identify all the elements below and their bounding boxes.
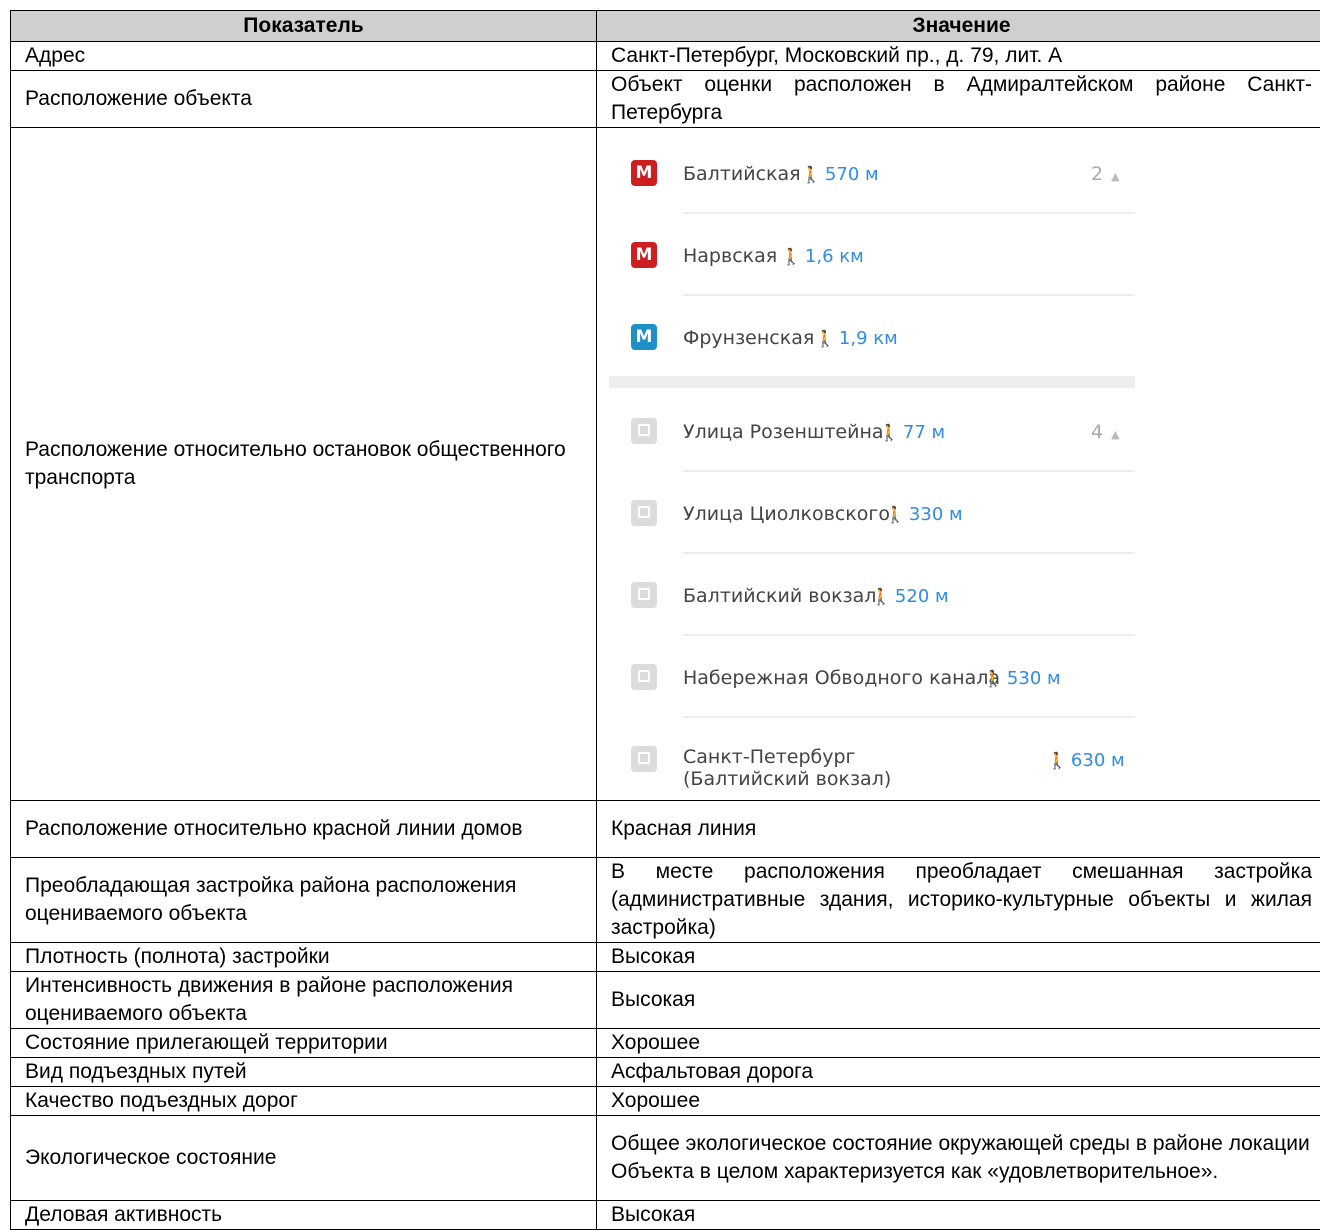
row-label: Расположение объекта bbox=[11, 71, 597, 128]
row-value: Красная линия bbox=[597, 801, 1320, 858]
header-indicator: Показатель bbox=[11, 11, 597, 42]
divider bbox=[683, 716, 1135, 718]
walking-person-icon: 🚶 bbox=[1047, 751, 1067, 770]
bus-stop-item: Улица Циолковского 🚶330 м bbox=[611, 478, 1135, 548]
bus-stop-icon bbox=[631, 500, 657, 526]
stop-distance: 🚶330 м bbox=[885, 501, 963, 529]
row-label: Расположение относительно красной линии … bbox=[11, 801, 597, 858]
stop-name: Набережная Обводного канала bbox=[683, 664, 1000, 692]
more-count[interactable]: 2▲ bbox=[1091, 160, 1120, 191]
stop-distance: 🚶520 м bbox=[871, 583, 949, 611]
section-divider bbox=[609, 376, 1135, 388]
row-label: Состояние прилегающей территории bbox=[11, 1029, 597, 1058]
table-row: Адрес Санкт-Петербург, Московский пр., д… bbox=[11, 42, 1320, 71]
stop-name: Балтийский вокзал bbox=[683, 582, 876, 610]
metro-icon: М bbox=[631, 160, 657, 186]
walking-person-icon: 🚶 bbox=[781, 247, 801, 266]
divider bbox=[683, 470, 1135, 472]
row-value: Хорошее bbox=[597, 1087, 1320, 1116]
triangle-up-icon: ▲ bbox=[1111, 428, 1119, 441]
more-count[interactable]: 4▲ bbox=[1091, 418, 1120, 449]
stop-distance: 🚶77 м bbox=[879, 419, 945, 447]
row-value: Высокая bbox=[597, 1201, 1320, 1230]
walking-person-icon: 🚶 bbox=[815, 329, 835, 348]
metro-station-item: М Балтийская 🚶570 м 2▲ bbox=[611, 138, 1135, 208]
table-row: Преобладающая застройка района расположе… bbox=[11, 858, 1320, 943]
stop-distance: 🚶530 м bbox=[983, 665, 1061, 693]
table-row: Расположение относительно остановок обще… bbox=[11, 128, 1320, 801]
walking-person-icon: 🚶 bbox=[871, 587, 891, 606]
triangle-up-icon: ▲ bbox=[1111, 170, 1119, 183]
row-label: Плотность (полнота) застройки bbox=[11, 943, 597, 972]
table-row: Состояние прилегающей территории Хорошее bbox=[11, 1029, 1320, 1058]
table-header-row: Показатель Значение bbox=[11, 11, 1320, 42]
bus-stop-icon bbox=[631, 582, 657, 608]
divider bbox=[683, 634, 1135, 636]
row-value: Высокая bbox=[597, 972, 1320, 1029]
row-value: В месте расположения преобладает смешанн… bbox=[597, 858, 1320, 943]
metro-station-item: М Фрунзенская 🚶1,9 км bbox=[611, 302, 1135, 372]
stop-distance: 🚶630 м bbox=[1047, 747, 1125, 775]
row-value: Асфальтовая дорога bbox=[597, 1058, 1320, 1087]
station-distance: 🚶1,6 км bbox=[781, 243, 864, 271]
divider bbox=[683, 294, 1135, 296]
bus-stop-item: Набережная Обводного канала 🚶530 м bbox=[611, 642, 1135, 712]
station-name: Нарвская bbox=[683, 242, 777, 270]
row-value: Хорошее bbox=[597, 1029, 1320, 1058]
row-value: Санкт-Петербург, Московский пр., д. 79, … bbox=[597, 42, 1320, 71]
station-distance: 🚶1,9 км bbox=[815, 325, 898, 353]
bus-stop-icon bbox=[631, 664, 657, 690]
row-label: Деловая активность bbox=[11, 1201, 597, 1230]
stop-name: Улица Циолковского bbox=[683, 500, 890, 528]
property-location-table: Показатель Значение Адрес Санкт-Петербур… bbox=[10, 10, 1320, 1230]
row-value: Объект оценки расположен в Адмиралтейско… bbox=[597, 71, 1320, 128]
station-distance: 🚶570 м bbox=[801, 161, 879, 189]
stop-name: Санкт-Петербург (Балтийский вокзал) bbox=[683, 746, 983, 790]
bus-stop-item: Балтийский вокзал 🚶520 м bbox=[611, 560, 1135, 630]
divider bbox=[683, 552, 1135, 554]
row-label: Расположение относительно остановок обще… bbox=[11, 128, 597, 801]
table-row: Плотность (полнота) застройки Высокая bbox=[11, 943, 1320, 972]
walking-person-icon: 🚶 bbox=[879, 423, 899, 442]
bus-stop-icon bbox=[631, 746, 657, 772]
row-label: Экологическое состояние bbox=[11, 1116, 597, 1201]
bus-stop-item: Санкт-Петербург (Балтийский вокзал) 🚶630… bbox=[611, 724, 1135, 794]
metro-icon: М bbox=[631, 324, 657, 350]
row-value: Общее экологическое состояние окружающей… bbox=[597, 1116, 1320, 1201]
walking-person-icon: 🚶 bbox=[983, 669, 1003, 688]
stop-name: Улица Розенштейна bbox=[683, 418, 884, 446]
row-label: Интенсивность движения в районе располож… bbox=[11, 972, 597, 1029]
row-label: Качество подъездных дорог bbox=[11, 1087, 597, 1116]
table-row: Расположение относительно красной линии … bbox=[11, 801, 1320, 858]
row-label: Адрес bbox=[11, 42, 597, 71]
walking-person-icon: 🚶 bbox=[801, 165, 821, 184]
table-row: Качество подъездных дорог Хорошее bbox=[11, 1087, 1320, 1116]
metro-icon: М bbox=[631, 242, 657, 268]
row-label: Вид подъездных путей bbox=[11, 1058, 597, 1087]
divider bbox=[683, 212, 1135, 214]
table-row: Интенсивность движения в районе располож… bbox=[11, 972, 1320, 1029]
row-label: Преобладающая застройка района расположе… bbox=[11, 858, 597, 943]
table-row: Расположение объекта Объект оценки распо… bbox=[11, 71, 1320, 128]
station-name: Балтийская bbox=[683, 160, 801, 188]
metro-station-item: М Нарвская 🚶1,6 км bbox=[611, 220, 1135, 290]
walking-person-icon: 🚶 bbox=[885, 505, 905, 524]
table-row: Деловая активность Высокая bbox=[11, 1201, 1320, 1230]
transport-list: М Балтийская 🚶570 м 2▲ М Нарвская 🚶1,6 к… bbox=[597, 128, 1320, 801]
row-value: Высокая bbox=[597, 943, 1320, 972]
table-row: Экологическое состояние Общее экологичес… bbox=[11, 1116, 1320, 1201]
bus-stop-item: Улица Розенштейна 🚶77 м 4▲ bbox=[611, 396, 1135, 466]
table-row: Вид подъездных путей Асфальтовая дорога bbox=[11, 1058, 1320, 1087]
header-value: Значение bbox=[597, 11, 1320, 42]
station-name: Фрунзенская bbox=[683, 324, 814, 352]
bus-stop-icon bbox=[631, 418, 657, 444]
